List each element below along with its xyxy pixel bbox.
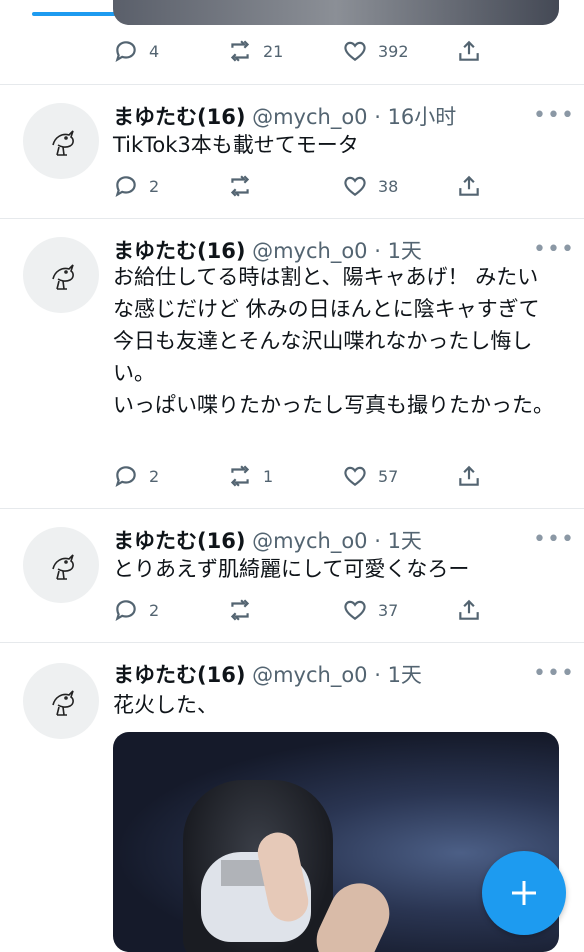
heart-icon: [344, 176, 366, 196]
reply-icon: [115, 600, 136, 621]
share-icon: [459, 175, 479, 196]
reply-button[interactable]: 2: [113, 461, 159, 491]
retweet-button[interactable]: [227, 595, 263, 625]
display-name[interactable]: まゆたむ(16): [113, 663, 245, 687]
previous-tweet: 4 21 392: [0, 0, 584, 84]
retweet-button[interactable]: [227, 171, 263, 201]
tweet-actions: 2 37: [113, 595, 573, 625]
tweet-header: まゆたむ(16) @mych_o0 · 1天: [113, 525, 422, 555]
more-options-icon[interactable]: •••: [533, 527, 574, 552]
bird-icon: [52, 554, 74, 580]
tweet-text: TikTok3本も載せてモータ: [113, 133, 359, 157]
tweet-actions: 4 21 392: [113, 36, 573, 66]
share-icon: [459, 40, 479, 61]
share-icon: [459, 465, 479, 486]
more-options-icon[interactable]: •••: [533, 237, 574, 262]
like-count: 38: [378, 176, 399, 196]
like-count: 392: [378, 41, 409, 61]
retweet-icon: [230, 40, 250, 62]
like-count: 57: [378, 466, 399, 486]
tweet-text: 花火した、: [113, 693, 218, 717]
reply-count: 2: [149, 466, 160, 486]
avatar[interactable]: [23, 663, 99, 739]
tweet-header: まゆたむ(16) @mych_o0 · 16小时: [113, 101, 456, 131]
tweet[interactable]: まゆたむ(16) @mych_o0 · 16小时 ••• TikTok3本も載せ…: [0, 84, 584, 219]
tweet[interactable]: まゆたむ(16) @mych_o0 · 1天 ••• とりあえず肌綺麗にして可愛…: [0, 508, 584, 643]
share-button[interactable]: [456, 171, 482, 201]
share-icon: [459, 599, 479, 620]
retweet-icon: [230, 599, 250, 621]
tweet[interactable]: まゆたむ(16) @mych_o0 · 1天 ••• お給仕してる時は割と、陽キ…: [0, 218, 584, 509]
tweet-header: まゆたむ(16) @mych_o0 · 1天: [113, 659, 422, 689]
retweet-count: 21: [263, 41, 284, 61]
retweet-button[interactable]: 21: [227, 36, 283, 66]
avatar[interactable]: [23, 527, 99, 603]
like-count: 37: [378, 600, 399, 620]
bird-icon: [52, 264, 74, 290]
retweet-button[interactable]: 1: [227, 461, 273, 491]
handle-time: @mych_o0 · 1天: [245, 529, 422, 553]
reply-count: 2: [149, 600, 160, 620]
tweet-actions: 2 1 57: [113, 461, 573, 491]
display-name[interactable]: まゆたむ(16): [113, 239, 245, 263]
tweet-media[interactable]: [113, 0, 559, 25]
reply-button[interactable]: 2: [113, 171, 159, 201]
reply-icon: [115, 466, 136, 487]
bird-icon: [52, 690, 74, 716]
share-button[interactable]: [456, 595, 482, 625]
retweet-icon: [230, 465, 250, 487]
like-button[interactable]: 57: [342, 461, 398, 491]
heart-icon: [344, 466, 366, 486]
retweet-icon: [230, 175, 250, 197]
like-button[interactable]: 38: [342, 171, 398, 201]
tweet-actions: 2 38: [113, 171, 573, 201]
tweet-text: とりあえず肌綺麗にして可愛くなろー: [113, 557, 470, 581]
avatar[interactable]: [23, 103, 99, 179]
share-button[interactable]: [456, 461, 482, 491]
bird-icon: [52, 130, 74, 156]
more-options-icon[interactable]: •••: [533, 103, 574, 128]
heart-icon: [344, 600, 366, 620]
reply-button[interactable]: 4: [113, 36, 159, 66]
like-button[interactable]: 37: [342, 595, 398, 625]
retweet-count: 1: [263, 466, 274, 486]
share-button[interactable]: [456, 36, 482, 66]
reply-icon: [115, 176, 136, 197]
handle-time: @mych_o0 · 16小时: [245, 105, 457, 129]
reply-count: 2: [149, 176, 160, 196]
compose-button[interactable]: [482, 851, 566, 935]
reply-count: 4: [149, 41, 160, 61]
tab-indicator: [32, 12, 116, 16]
handle-time: @mych_o0 · 1天: [245, 663, 422, 687]
like-button[interactable]: 392: [342, 36, 409, 66]
reply-button[interactable]: 2: [113, 595, 159, 625]
avatar[interactable]: [23, 237, 99, 313]
display-name[interactable]: まゆたむ(16): [113, 105, 245, 129]
reply-icon: [115, 41, 136, 62]
display-name[interactable]: まゆたむ(16): [113, 529, 245, 553]
heart-icon: [344, 41, 366, 61]
handle-time: @mych_o0 · 1天: [245, 239, 422, 263]
more-options-icon[interactable]: •••: [533, 661, 574, 686]
plus-icon: [512, 881, 536, 905]
tweet-text: お給仕してる時は割と、陽キャあげ！ みたいな感じだけど 休みの日ほんとに陰キャす…: [113, 265, 554, 417]
